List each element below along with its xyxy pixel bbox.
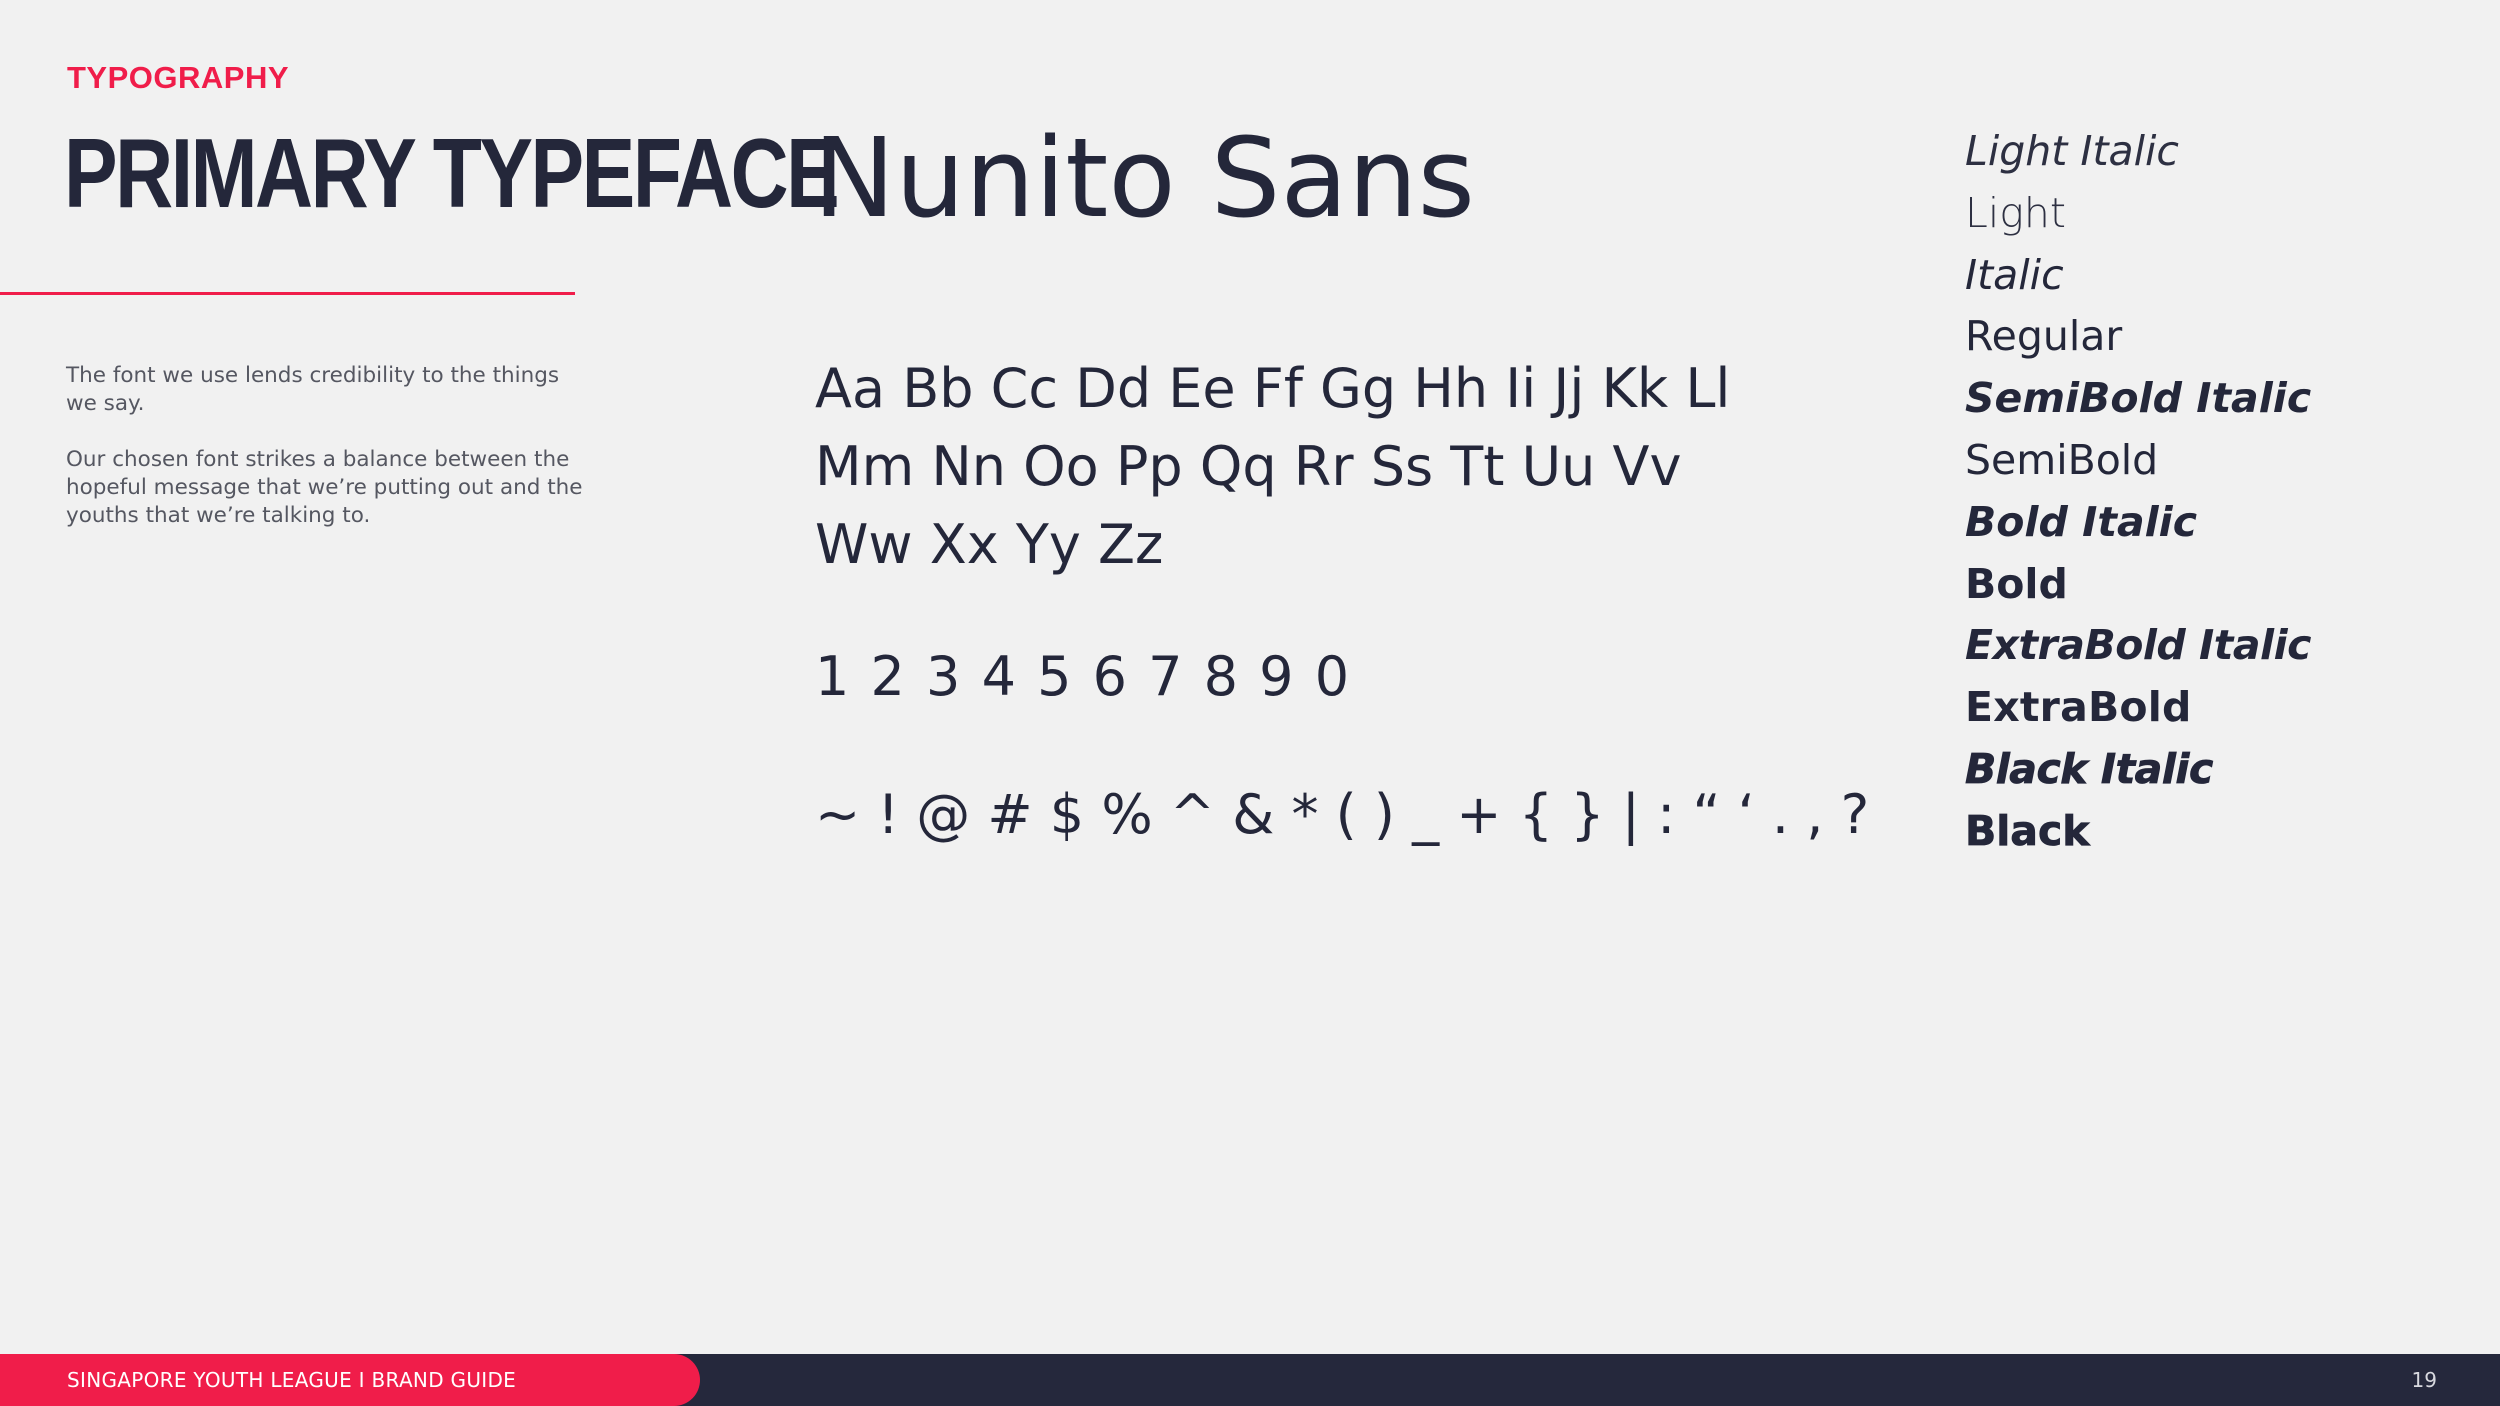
page-number: 19 (2411, 1368, 2437, 1392)
weight-italic: Italic (1965, 250, 2064, 299)
intro-text: The font we use lends credibility to the… (66, 362, 596, 558)
intro-paragraph: Our chosen font strikes a balance betwee… (66, 447, 583, 528)
weight-semibold-italic: SemiBold Italic (1965, 374, 2312, 423)
weight-black: Black (1965, 806, 2090, 855)
weight-black-italic: Black Italic (1965, 744, 2214, 794)
page-title: PRIMARY TYPEFACE (64, 118, 840, 228)
section-label: TYPOGRAPHY (67, 60, 290, 95)
weight-semibold: SemiBold (1965, 435, 2159, 484)
symbols-specimen: ~ ! @ # $ % ^ & * ( ) _ + { } | : “ ‘ . … (815, 783, 1870, 846)
weight-regular: Regular (1965, 312, 2123, 361)
weight-extrabold-italic: ExtraBold Italic (1965, 621, 2311, 670)
weight-extrabold: ExtraBold (1965, 683, 2192, 732)
typeface-name: Nunito Sans (813, 114, 1475, 242)
weight-bold: Bold (1965, 559, 2068, 608)
footer-bar: SINGAPORE YOUTH LEAGUE I BRAND GUIDE 19 (0, 1354, 2500, 1406)
weight-bold-italic: Bold Italic (1965, 497, 2198, 546)
intro-paragraph: The font we use lends credibility to the… (66, 363, 560, 416)
alphabet-line: Mm Nn Oo Pp Qq Rr Ss Tt Uu Vv (815, 435, 1682, 498)
footer-brand-text: SINGAPORE YOUTH LEAGUE I BRAND GUIDE (67, 1368, 517, 1392)
alphabet-line: Ww Xx Yy Zz (815, 513, 1164, 576)
weight-light-italic: Light Italic (1965, 127, 2179, 175)
numerals-specimen: 1 2 3 4 5 6 7 8 9 0 (815, 645, 1352, 708)
weight-light: Light (1965, 188, 2066, 237)
title-divider (0, 292, 575, 295)
alphabet-line: Aa Bb Cc Dd Ee Ff Gg Hh Ii Jj Kk Ll (815, 357, 1731, 420)
font-weights-list: Light Italic Light Italic Regular SemiBo… (1965, 121, 2312, 863)
alphabet-specimen: Aa Bb Cc Dd Ee Ff Gg Hh Ii Jj Kk Ll Mm N… (815, 350, 1775, 584)
